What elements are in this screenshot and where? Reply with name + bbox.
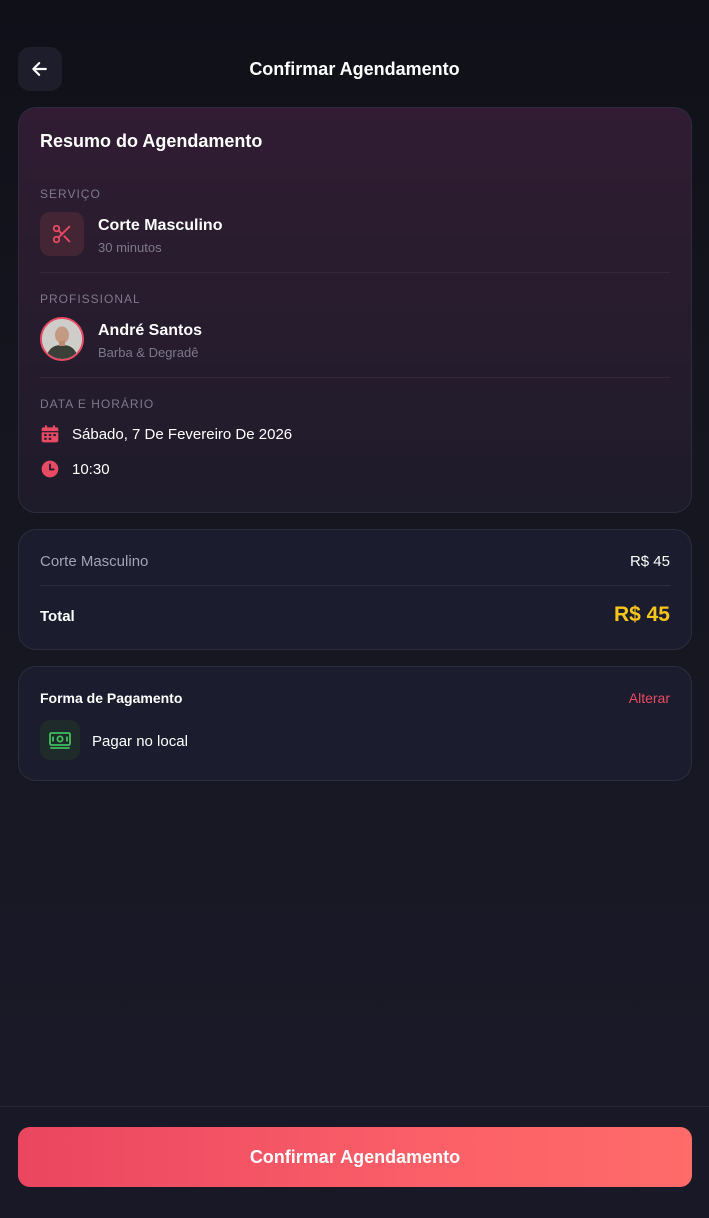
service-duration: 30 minutos	[98, 240, 162, 255]
booking-summary-card: Resumo do Agendamento SERVIÇO Corte Masc…	[18, 107, 692, 513]
cash-icon-box	[40, 720, 80, 760]
appointment-date: Sábado, 7 De Fevereiro De 2026	[72, 426, 293, 443]
divider	[40, 377, 670, 378]
page-title: Confirmar Agendamento	[249, 59, 460, 79]
total-value: R$ 45	[613, 603, 670, 626]
professional-section-label: PROFISSIONAL	[40, 292, 141, 306]
price-card: Corte Masculino R$ 45 Total R$ 45	[18, 529, 692, 650]
confirm-booking-button[interactable]: Confirmar Agendamento	[18, 1127, 692, 1187]
bottom-action-bar: Confirmar Agendamento	[0, 1106, 709, 1218]
confirm-booking-screen: Confirmar Agendamento Resumo do Agendame…	[0, 0, 709, 1218]
arrow-left-icon	[32, 62, 47, 76]
header: Confirmar Agendamento	[18, 47, 691, 91]
professional-avatar	[40, 317, 84, 361]
scissors-icon	[52, 224, 71, 244]
clock-icon	[41, 460, 59, 478]
avatar-photo	[42, 319, 82, 359]
professional-specialty: Barba & Degradê	[98, 345, 199, 360]
change-payment-link[interactable]: Alterar	[629, 690, 670, 706]
professional-name: André Santos	[98, 322, 203, 339]
cash-icon	[49, 732, 71, 749]
datetime-section-label: DATA E HORÁRIO	[40, 397, 155, 411]
summary-title: Resumo do Agendamento	[40, 131, 263, 151]
service-icon-box	[40, 212, 84, 256]
payment-title: Forma de Pagamento	[40, 690, 183, 706]
calendar-icon	[41, 425, 59, 443]
service-section-label: SERVIÇO	[40, 187, 101, 201]
back-button[interactable]	[18, 47, 62, 91]
price-item-label: Corte Masculino	[40, 553, 149, 570]
divider	[40, 272, 670, 273]
price-item-value: R$ 45	[629, 553, 670, 570]
payment-method-card: Forma de Pagamento Alterar Pagar no loca…	[18, 666, 692, 781]
total-label: Total	[40, 608, 75, 625]
service-name: Corte Masculino	[98, 217, 223, 234]
divider	[40, 585, 670, 586]
payment-method-label: Pagar no local	[92, 733, 188, 750]
appointment-time: 10:30	[72, 461, 110, 478]
